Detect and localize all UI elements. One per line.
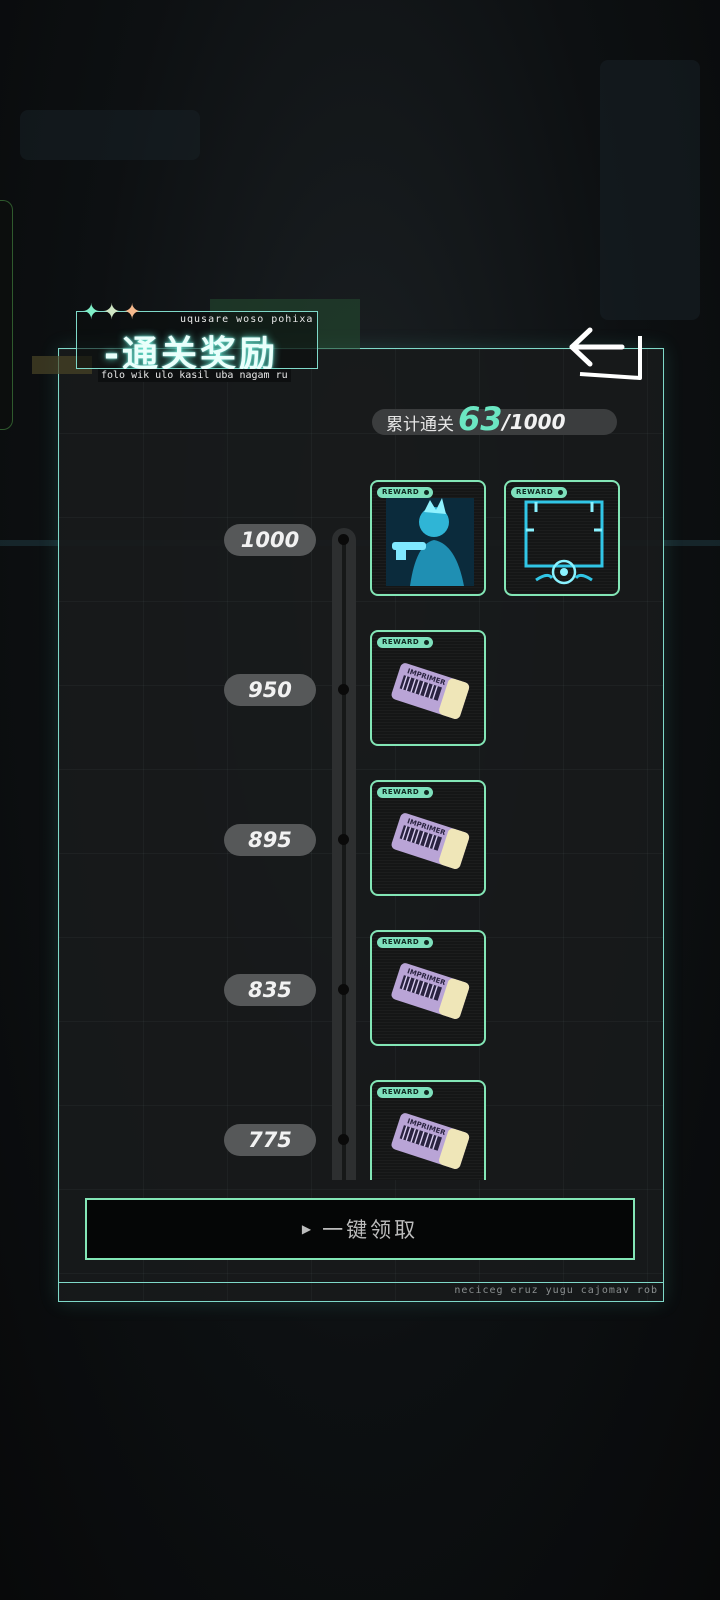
reward-tier-row: 835 IMPRIMER REWARD xyxy=(58,930,662,1050)
footer-caption: neciceg eruz yugu cajomav rob xyxy=(454,1285,658,1296)
tier-node xyxy=(338,534,349,545)
claim-all-button[interactable]: ▶ 一键领取 xyxy=(85,1198,635,1260)
character-avatar-icon xyxy=(386,498,474,586)
progress-current: 63 xyxy=(458,400,503,438)
reward-item[interactable]: REWARD xyxy=(370,480,486,596)
star-icon: ✦ xyxy=(82,300,103,325)
reward-item[interactable]: IMPRIMER REWARD xyxy=(370,930,486,1046)
tier-threshold: 1000 xyxy=(224,524,316,556)
reward-tier-row: 775 IMPRIMER REWARD xyxy=(58,1080,662,1180)
tier-node xyxy=(338,1134,349,1145)
reward-tier-row: 1000 REWARD REWARD xyxy=(58,480,662,600)
title-subtitle-lower: folo wik ulo kasil uba nagam ru xyxy=(98,369,291,382)
back-arrow-icon xyxy=(569,327,642,380)
reward-badge: REWARD xyxy=(377,937,434,948)
progress-label: 累计通关 xyxy=(386,414,454,435)
stars-decor: ✦✦✦ xyxy=(82,300,143,325)
background-decor xyxy=(600,60,700,320)
reward-tier-row: 950 IMPRIMER REWARD xyxy=(58,630,662,750)
reward-badge: REWARD xyxy=(377,1087,434,1098)
panel-divider xyxy=(58,1282,664,1283)
tier-threshold: 835 xyxy=(224,974,316,1006)
reward-badge: REWARD xyxy=(511,487,568,498)
avatar-frame-icon xyxy=(524,500,604,585)
tier-threshold: 895 xyxy=(224,824,316,856)
tier-node xyxy=(338,984,349,995)
cumulative-progress: 累计通关 63 /1000 xyxy=(372,400,617,438)
reward-badge: REWARD xyxy=(377,487,434,498)
reward-badge: REWARD xyxy=(377,787,434,798)
tier-node xyxy=(338,684,349,695)
play-arrow-icon: ▶ xyxy=(301,1222,315,1236)
claim-all-label: 一键领取 xyxy=(322,1218,419,1242)
imprimer-ticket-icon: IMPRIMER xyxy=(391,963,470,1019)
star-icon: ✦ xyxy=(122,300,144,325)
side-drawer-handle[interactable] xyxy=(0,200,13,430)
background-decor xyxy=(20,110,200,160)
reward-tier-row: 895 IMPRIMER REWARD xyxy=(58,780,662,900)
imprimer-ticket-icon: IMPRIMER xyxy=(391,663,470,719)
star-icon: ✦ xyxy=(102,300,123,325)
tier-threshold: 950 xyxy=(224,674,316,706)
tier-threshold: 775 xyxy=(224,1124,316,1156)
title-subtitle-upper: uqusare woso pohixa xyxy=(180,314,314,325)
tier-node xyxy=(338,834,349,845)
reward-item[interactable]: REWARD xyxy=(504,480,620,596)
reward-item[interactable]: IMPRIMER REWARD xyxy=(370,1080,486,1180)
imprimer-ticket-icon: IMPRIMER xyxy=(391,813,470,869)
reward-badge: REWARD xyxy=(377,637,434,648)
back-button[interactable] xyxy=(566,322,648,386)
reward-list[interactable]: 1000 REWARD REWARD 950 IMPRIMER REWARD 8… xyxy=(58,480,662,1180)
reward-item[interactable]: IMPRIMER REWARD xyxy=(370,780,486,896)
progress-total: /1000 xyxy=(502,410,566,434)
reward-item[interactable]: IMPRIMER REWARD xyxy=(370,630,486,746)
